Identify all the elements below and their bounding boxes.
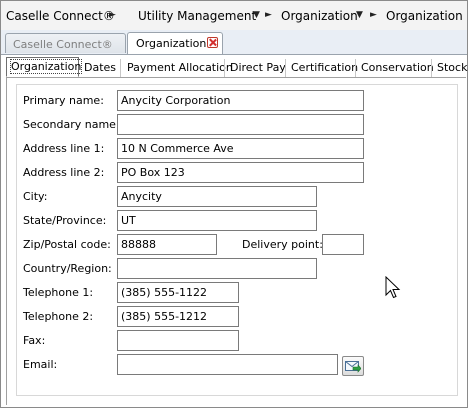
country-field[interactable] [117,258,317,279]
tab-caselle-connect[interactable]: Caselle Connect® [5,33,126,53]
secondary-name-label: Secondary name: [23,118,120,131]
address-line-1-label: Address line 1: [23,142,105,155]
tab-label: Stock [437,61,468,74]
document-tab-strip: Caselle Connect® Organization [1,30,467,55]
state-field[interactable]: UT [117,210,317,231]
delivery-point-field[interactable] [322,234,364,255]
tab-label: Caselle Connect® [13,38,113,51]
telephone-1-field[interactable]: (385) 555-1122 [117,282,239,303]
tab-organization[interactable]: Organization [127,32,223,54]
address-line-1-field[interactable]: 10 N Commerce Ave [117,138,364,159]
tab-label: Dates [84,61,117,74]
mouse-cursor-icon [385,276,401,299]
breadcrumb-separator-icon[interactable]: ► [370,10,377,20]
primary-name-field[interactable]: Anycity Corporation [117,90,364,111]
email-field[interactable] [117,354,338,375]
telephone-2-label: Telephone 2: [23,310,94,323]
breadcrumb-separator-icon[interactable]: ► [109,10,116,20]
tab-label: Payment Allocation [127,61,233,74]
send-email-button[interactable] [342,356,364,376]
tab-direct-pay[interactable]: Direct Pay [224,59,286,77]
primary-name-label: Primary name: [23,94,104,107]
delivery-point-label: Delivery point: [242,238,323,251]
breadcrumb: Caselle Connect® ► Utility Management ▼ … [1,1,467,30]
send-email-icon [345,361,361,373]
chevron-down-icon[interactable]: ▼ [356,10,363,20]
country-label: Country/Region: [23,262,112,275]
tab-certification[interactable]: Certification [285,59,358,77]
address-line-2-label: Address line 2: [23,166,105,179]
breadcrumb-item-utility-management[interactable]: Utility Management [138,9,256,23]
city-label: City: [23,190,48,203]
zip-field[interactable]: 88888 [117,234,217,255]
tab-label: Direct Pay [230,61,286,74]
secondary-name-field[interactable] [117,114,364,135]
breadcrumb-item-organization-current: Organization [386,9,463,23]
breadcrumb-item-caselle-connect[interactable]: Caselle Connect® [6,9,115,23]
tab-label: Conservation [361,61,434,74]
tab-dates[interactable]: Dates [84,59,124,77]
chevron-down-icon[interactable]: ▼ [253,10,260,20]
city-field[interactable]: Anycity [117,186,317,207]
state-label: State/Province: [23,214,107,227]
fax-label: Fax: [23,334,46,347]
tab-stock[interactable]: Stock [431,59,467,77]
telephone-1-label: Telephone 1: [23,286,94,299]
section-tab-strip: Organization Dates Payment Allocation Di… [6,57,467,78]
breadcrumb-separator-icon[interactable]: ► [265,10,272,20]
tab-label: Certification [291,61,359,74]
fax-field[interactable] [117,330,239,351]
email-label: Email: [23,358,58,371]
address-line-2-field[interactable]: PO Box 123 [117,162,364,183]
tab-conservation[interactable]: Conservation [355,59,434,77]
close-icon[interactable] [207,37,218,48]
zip-label: Zip/Postal code: [23,238,111,251]
tab-organization-details[interactable]: Organization [6,57,83,77]
tab-label: Organization [9,59,83,74]
tab-payment-allocation[interactable]: Payment Allocation [120,59,233,77]
telephone-2-field[interactable]: (385) 555-1212 [117,306,239,327]
tab-label: Organization [136,37,207,50]
breadcrumb-item-organization[interactable]: Organization [281,9,358,23]
